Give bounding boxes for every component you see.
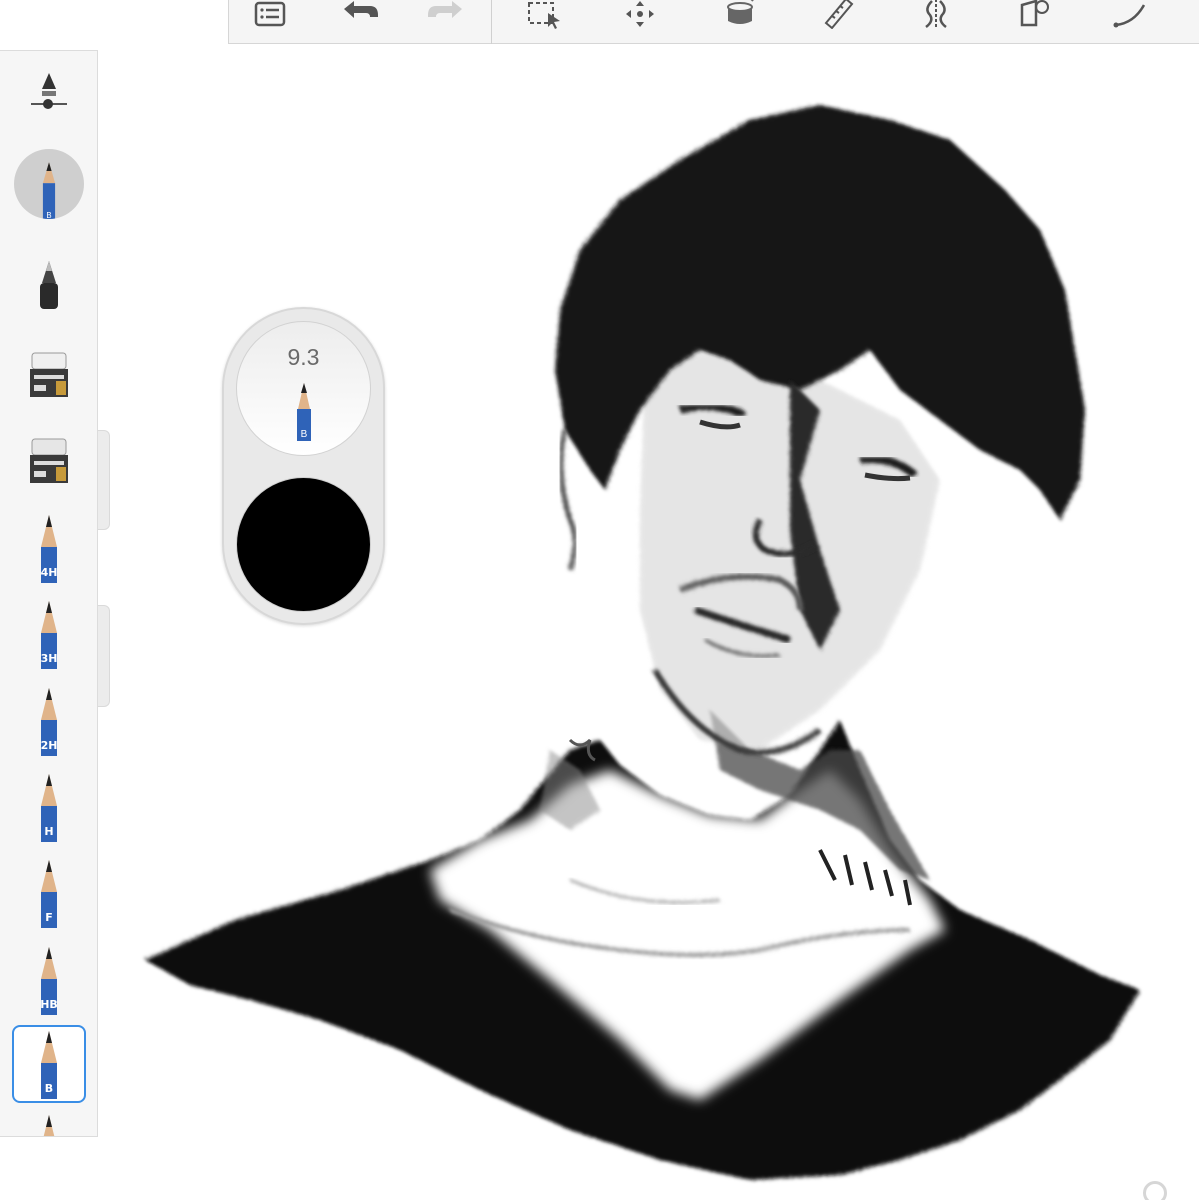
brush-pencil-2h[interactable]: 2H — [12, 682, 86, 760]
layers-button[interactable] — [243, 0, 297, 30]
pencil-icon: 4H — [41, 515, 58, 583]
perspective-button[interactable] — [1007, 0, 1061, 30]
color-swatch[interactable] — [236, 477, 371, 612]
fill-bucket-icon — [727, 0, 754, 24]
brush-grade-label: B — [45, 1082, 53, 1095]
brush-pencil-3h[interactable]: 3H — [12, 595, 86, 673]
brush-grade-label: HB — [40, 998, 58, 1011]
symmetry-button[interactable] — [909, 0, 963, 30]
pencil-icon: F — [41, 860, 57, 928]
brush-pencil-b[interactable]: B — [12, 1025, 86, 1103]
brush-size-control[interactable]: 9.3 B — [236, 321, 371, 456]
brush-pencil-hb[interactable]: HB — [12, 941, 86, 1019]
brush-grade-label: F — [45, 911, 53, 924]
pencil-icon: HB — [40, 947, 58, 1015]
sidebar-handle-lower[interactable] — [98, 605, 110, 707]
marker-icon — [40, 261, 58, 309]
pencil-icon: 3H — [41, 601, 58, 669]
transform-button[interactable] — [613, 0, 667, 30]
brush-puck: 9.3 B — [222, 307, 385, 625]
brush-grade-label: 4H — [41, 566, 58, 579]
brush-grade-label: H — [44, 825, 53, 838]
pencil-icon: H — [41, 774, 57, 842]
redo-button[interactable] — [419, 0, 473, 30]
undo-button[interactable] — [333, 0, 387, 30]
stroke-button[interactable] — [1103, 0, 1157, 30]
ruler-icon — [824, 0, 854, 29]
selection-icon — [528, 2, 560, 29]
curve-icon — [1113, 4, 1146, 28]
perspective-guide-icon — [1020, 0, 1049, 27]
puck-brush-grade: B — [300, 429, 307, 440]
brush-pencil-f[interactable]: F — [12, 854, 86, 932]
pencil-sketch-portrait — [145, 105, 1140, 1180]
selection-button[interactable] — [517, 0, 571, 30]
brush-grade-label: 2H — [41, 739, 58, 752]
canvas-rotate-handle-icon[interactable] — [1143, 1181, 1167, 1200]
symmetry-icon — [925, 0, 947, 28]
brush-palette: B 4H 3H 2H H F HB B — [0, 50, 98, 1137]
brush-pencil-h[interactable]: H — [12, 768, 86, 846]
ruler-button[interactable] — [811, 0, 865, 30]
current-brush[interactable]: B — [14, 149, 84, 219]
brush-pencil-more[interactable] — [12, 1109, 86, 1136]
pencil-icon: B — [41, 1031, 57, 1099]
pencil-icon: B — [296, 383, 311, 441]
move-icon — [626, 1, 654, 27]
brush-pencil-4h[interactable]: 4H — [12, 509, 86, 587]
fill-button[interactable] — [713, 0, 767, 30]
brush-marker[interactable] — [12, 251, 86, 329]
brush-size-value: 9.3 — [287, 344, 320, 370]
pencil-icon: 2H — [41, 688, 58, 756]
sketch-app: B 4H 3H 2H H F HB B 9.3 B — [0, 0, 1199, 1200]
brush-eraser-hard[interactable] — [12, 337, 86, 415]
list-icon — [254, 1, 286, 27]
toolbar-divider — [491, 0, 492, 44]
top-toolbar — [228, 0, 1199, 44]
soft-eraser-icon — [30, 438, 68, 483]
opacity-slider-icon[interactable] — [28, 69, 70, 113]
redo-icon — [428, 1, 462, 18]
current-brush-grade: B — [46, 211, 51, 219]
sidebar-handle-upper[interactable] — [98, 430, 110, 530]
undo-icon — [344, 1, 378, 18]
brush-eraser-soft[interactable] — [12, 423, 86, 501]
brush-grade-label: 3H — [41, 652, 58, 665]
drawing-canvas[interactable] — [100, 50, 1199, 1200]
eraser-icon — [30, 352, 68, 397]
pencil-icon — [43, 1115, 55, 1136]
pencil-icon: B — [42, 162, 56, 219]
